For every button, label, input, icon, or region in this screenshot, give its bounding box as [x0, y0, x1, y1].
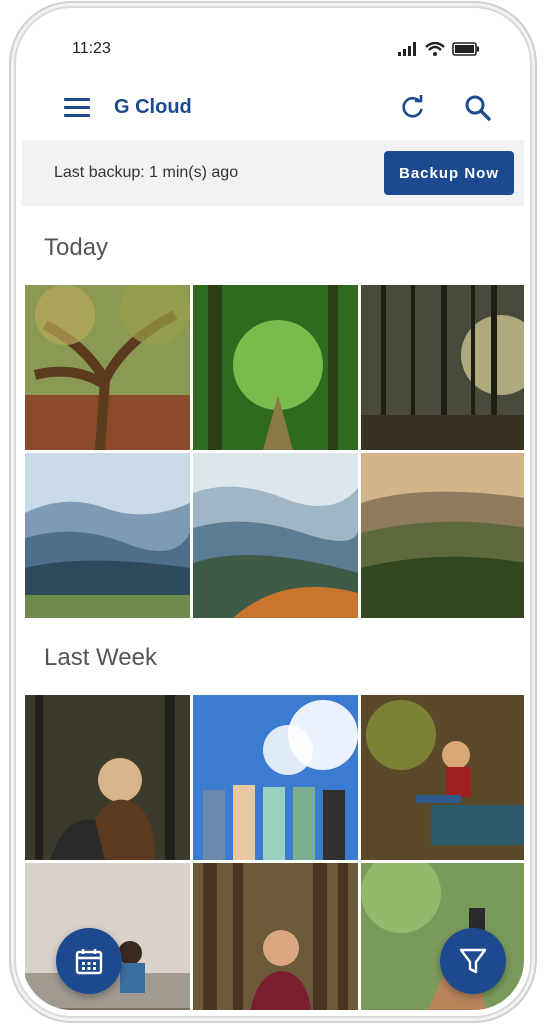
photo-thumbnail[interactable] [193, 453, 358, 618]
screen: 11:23 G Cloud Last backup: 1 min(s) ago … [22, 14, 524, 1010]
photo-thumbnail[interactable] [25, 695, 190, 860]
refresh-icon[interactable] [400, 94, 426, 120]
photo-thumbnail[interactable] [25, 285, 190, 450]
calendar-fab-button[interactable] [56, 928, 122, 994]
filter-icon [459, 948, 487, 974]
wifi-icon [425, 42, 445, 56]
photo-thumbnail[interactable] [361, 453, 524, 618]
photo-thumbnail[interactable] [361, 863, 524, 1010]
app-bar: G Cloud [22, 76, 524, 140]
backup-bar: Last backup: 1 min(s) ago Backup Now [22, 140, 524, 206]
photo-thumbnail[interactable] [193, 863, 358, 1010]
status-bar: 11:23 [22, 14, 524, 68]
filter-fab-button[interactable] [440, 928, 506, 994]
status-time: 11:23 [72, 40, 111, 57]
phone-frame: 11:23 G Cloud Last backup: 1 min(s) ago … [14, 6, 532, 1018]
status-icons [398, 42, 480, 56]
backup-status-text: Last backup: 1 min(s) ago [54, 164, 239, 181]
photo-grid-today [25, 285, 524, 618]
photo-thumbnail[interactable] [193, 695, 358, 860]
photo-thumbnail[interactable] [25, 453, 190, 618]
section-title-last-week: Last Week [44, 644, 157, 671]
photo-thumbnail[interactable] [361, 695, 524, 860]
photo-thumbnail[interactable] [193, 285, 358, 450]
backup-now-button[interactable]: Backup Now [384, 151, 514, 195]
signal-icon [398, 42, 416, 56]
menu-icon[interactable] [64, 98, 90, 118]
battery-icon [452, 42, 479, 56]
section-title-today: Today [44, 234, 109, 261]
calendar-icon [75, 949, 103, 975]
app-title: G Cloud [114, 96, 192, 118]
search-icon[interactable] [464, 94, 492, 122]
photo-thumbnail[interactable] [361, 285, 524, 450]
